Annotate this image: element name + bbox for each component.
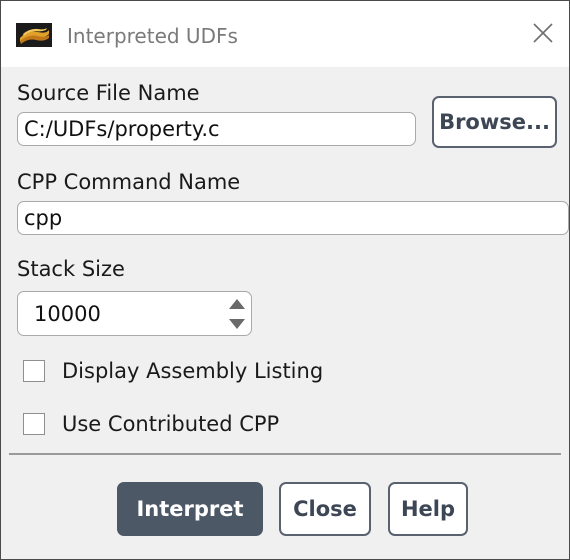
source-file-label: Source File Name bbox=[17, 81, 200, 105]
browse-button[interactable]: Browse... bbox=[432, 96, 557, 148]
help-button[interactable]: Help bbox=[388, 482, 468, 536]
source-file-input[interactable]: C:/UDFs/property.c bbox=[17, 112, 416, 146]
divider bbox=[9, 453, 561, 455]
close-button[interactable]: Close bbox=[279, 482, 371, 536]
stack-size-spinner[interactable]: 10000 bbox=[17, 291, 252, 336]
cpp-command-label: CPP Command Name bbox=[17, 170, 241, 194]
close-icon[interactable] bbox=[531, 21, 555, 45]
use-contributed-cpp-label[interactable]: Use Contributed CPP bbox=[62, 411, 279, 437]
fluent-logo-icon bbox=[16, 23, 52, 47]
interpreted-udfs-dialog: Interpreted UDFs Source File Name C:/UDF… bbox=[0, 0, 570, 560]
stack-size-value[interactable]: 10000 bbox=[34, 300, 101, 328]
spin-up-icon[interactable] bbox=[228, 296, 246, 310]
title-bar[interactable]: Interpreted UDFs bbox=[1, 1, 569, 67]
interpret-button[interactable]: Interpret bbox=[117, 482, 263, 536]
window-title: Interpreted UDFs bbox=[67, 24, 238, 48]
display-assembly-label[interactable]: Display Assembly Listing bbox=[62, 358, 323, 384]
spin-down-icon[interactable] bbox=[228, 316, 246, 330]
use-contributed-cpp-checkbox[interactable] bbox=[23, 413, 45, 435]
stack-size-label: Stack Size bbox=[17, 257, 125, 281]
display-assembly-checkbox[interactable] bbox=[23, 360, 45, 382]
cpp-command-input[interactable]: cpp bbox=[17, 201, 569, 235]
